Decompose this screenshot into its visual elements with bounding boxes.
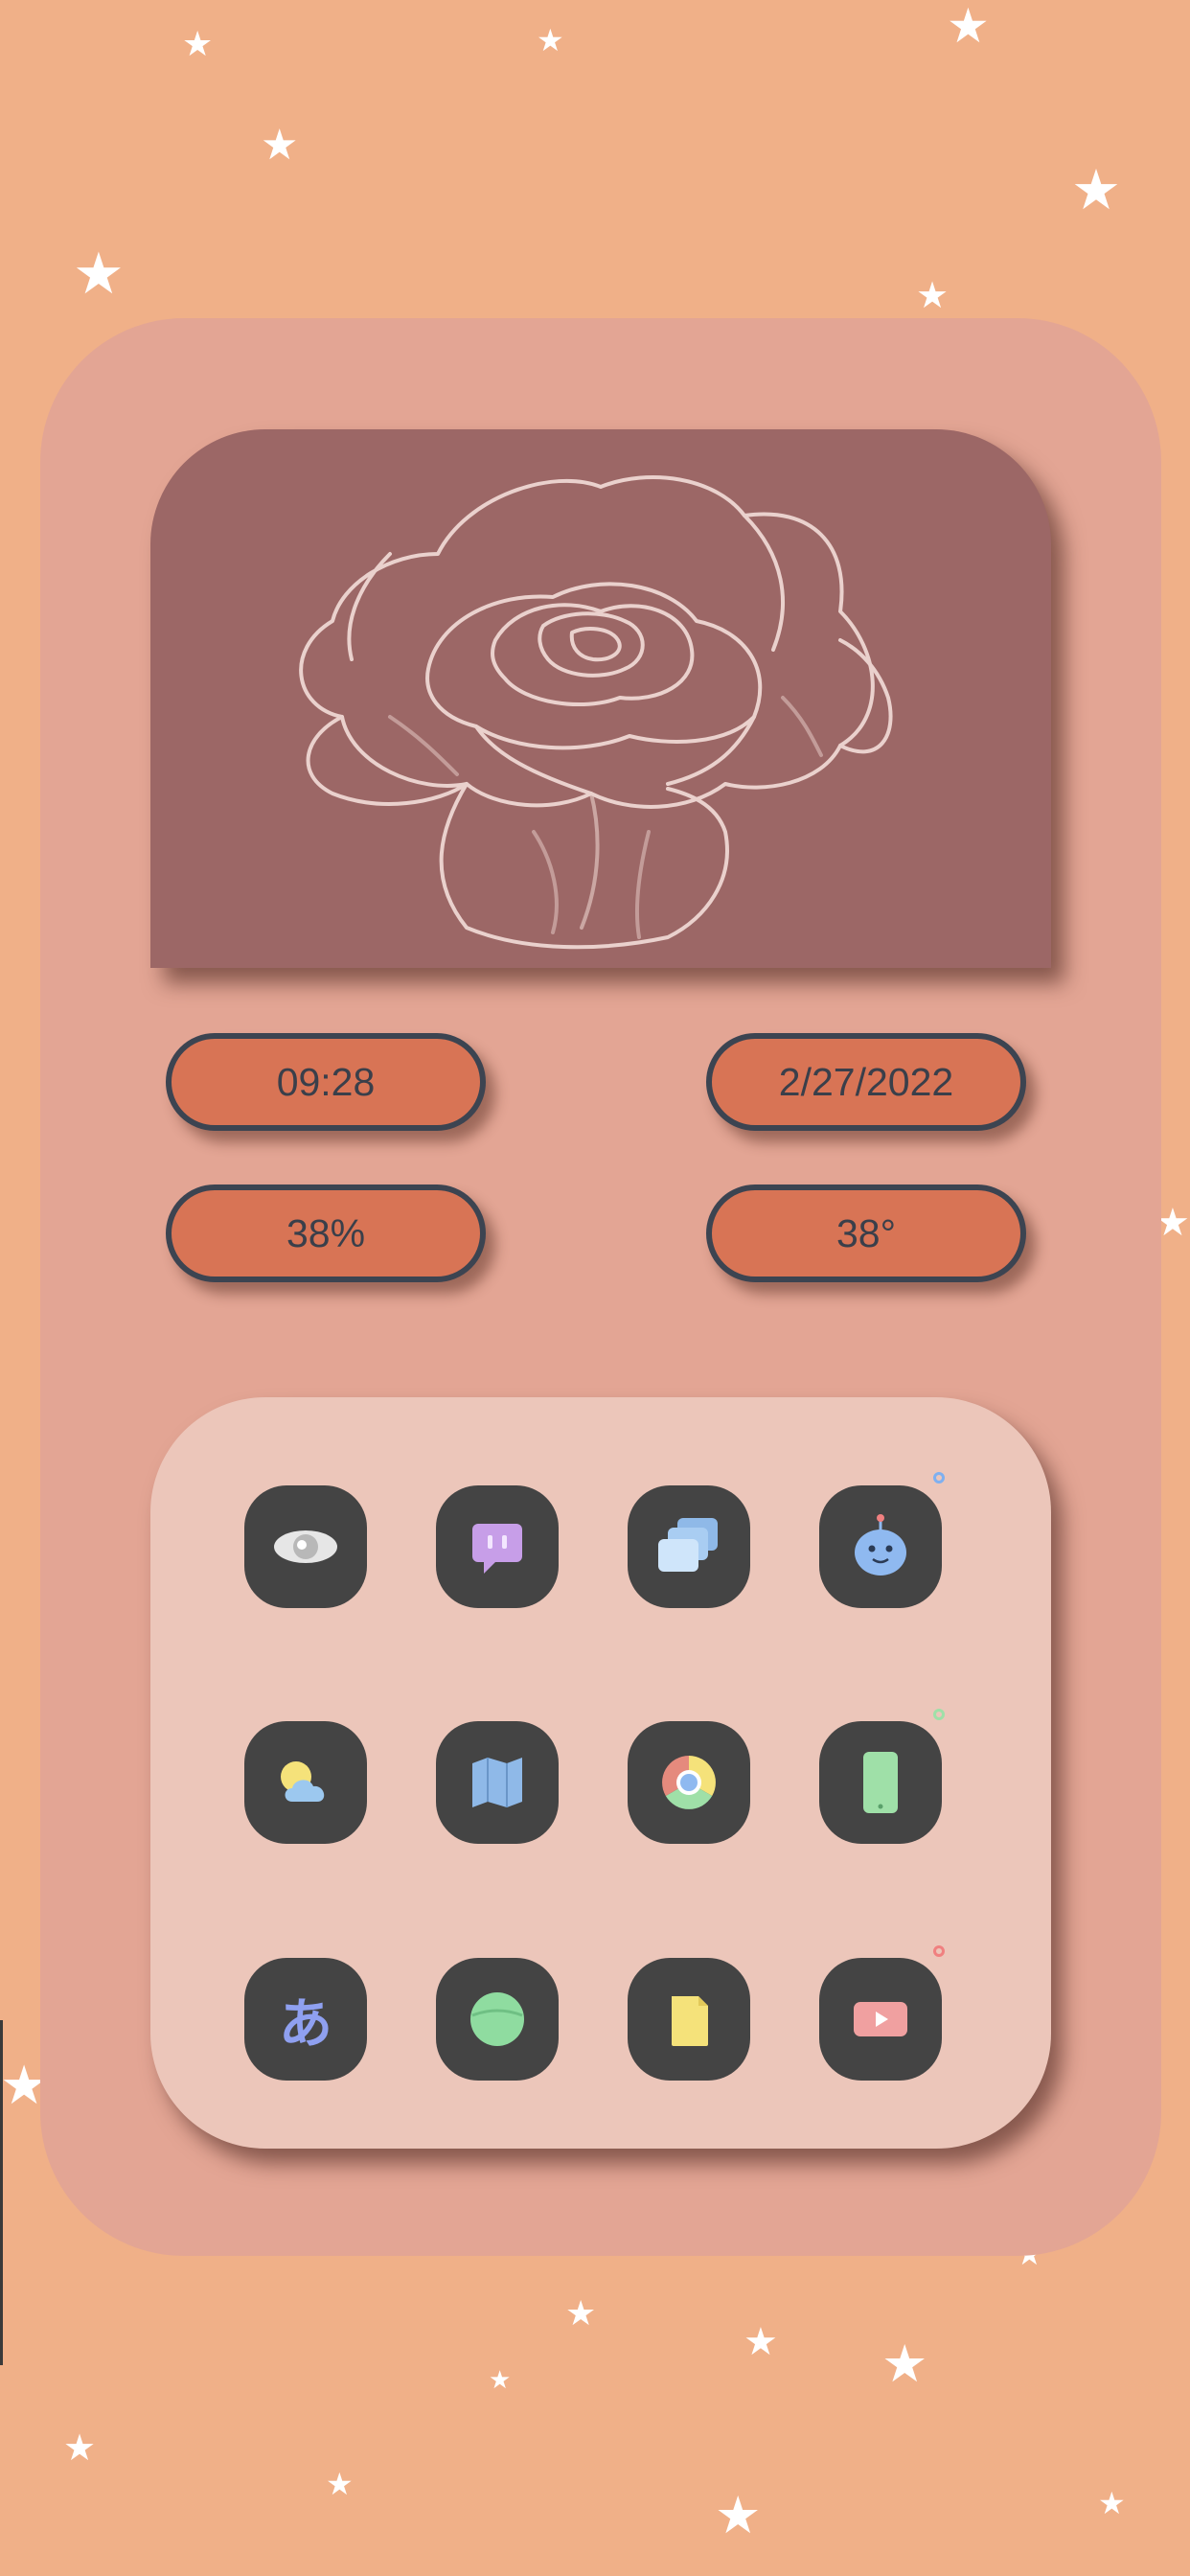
- star-icon: ★: [947, 0, 990, 53]
- time-widget[interactable]: 09:28: [166, 1033, 486, 1131]
- chat-app-icon[interactable]: [436, 1485, 559, 1608]
- rose-illustration: [299, 475, 893, 950]
- star-icon: ★: [489, 2365, 512, 2394]
- star-icon: ★: [326, 2467, 354, 2501]
- star-icon: ★: [73, 242, 125, 306]
- video-app-icon[interactable]: [819, 1958, 942, 2081]
- weather-app-icon[interactable]: [244, 1721, 367, 1844]
- eye-app-icon[interactable]: [244, 1485, 367, 1608]
- page-dot-red[interactable]: [933, 1945, 945, 1957]
- star-icon: ★: [916, 276, 950, 316]
- battery-widget[interactable]: 38%: [166, 1184, 486, 1282]
- green-circle-app-icon[interactable]: [436, 1958, 559, 2081]
- date-text: 2/27/2022: [778, 1059, 954, 1104]
- chrome-app-icon[interactable]: [628, 1721, 750, 1844]
- star-icon: ★: [1098, 2486, 1126, 2520]
- star-icon: ★: [565, 2293, 597, 2333]
- page-dot-blue[interactable]: [933, 1472, 945, 1484]
- star-icon: ★: [744, 2321, 778, 2363]
- battery-text: 38%: [286, 1210, 366, 1255]
- translate-app-icon[interactable]: あ: [244, 1958, 367, 2081]
- page-dot-green[interactable]: [933, 1709, 945, 1720]
- time-text: 09:28: [276, 1059, 376, 1104]
- edge-divider: [0, 2020, 3, 2365]
- star-icon: ★: [1071, 159, 1121, 221]
- temperature-text: 38°: [835, 1210, 896, 1255]
- star-icon: ★: [63, 2428, 97, 2469]
- star-icon: ★: [881, 2335, 928, 2393]
- date-widget[interactable]: 2/27/2022: [706, 1033, 1026, 1131]
- phone-app-icon[interactable]: [819, 1721, 942, 1844]
- robot-app-icon[interactable]: [819, 1485, 942, 1608]
- map-app-icon[interactable]: [436, 1721, 559, 1844]
- notes-app-icon[interactable]: [628, 1958, 750, 2081]
- temperature-widget[interactable]: 38°: [706, 1184, 1026, 1282]
- star-icon: ★: [261, 122, 299, 169]
- star-icon: ★: [182, 24, 214, 63]
- gallery-app-icon[interactable]: [628, 1485, 750, 1608]
- rose-photo-widget[interactable]: [150, 429, 1051, 968]
- star-icon: ★: [715, 2487, 762, 2544]
- star-icon: ★: [537, 23, 564, 58]
- translate-glyph: あ: [279, 1992, 332, 2056]
